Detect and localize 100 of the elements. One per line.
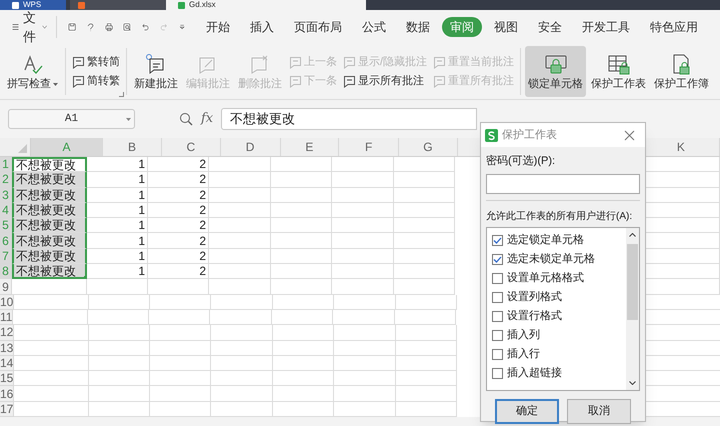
ribbon-button[interactable]: 拼写检查 (4, 46, 61, 97)
table-cell[interactable] (13, 310, 88, 326)
table-cell[interactable] (14, 402, 90, 418)
table-cell[interactable] (273, 371, 334, 386)
scrollbar[interactable] (626, 228, 639, 390)
table-cell[interactable]: 1 (87, 157, 148, 172)
table-cell[interactable] (14, 340, 90, 356)
table-cell[interactable] (89, 294, 150, 310)
app-tab[interactable]: WPS (0, 0, 66, 10)
app-tab[interactable]: Gd.xlsx (166, 0, 366, 10)
table-cell[interactable] (14, 371, 90, 386)
ribbon-small-button[interactable]: 繁转简 (72, 56, 120, 68)
table-cell[interactable]: 1 (87, 264, 148, 280)
table-cell[interactable] (271, 248, 332, 264)
ribbon-button[interactable]: 保护工作簿 (651, 46, 712, 97)
dialog-button[interactable]: 确定 (495, 398, 559, 424)
table-cell[interactable]: 1 (87, 233, 148, 249)
row-header[interactable]: 15 (0, 372, 14, 384)
checkbox[interactable] (492, 368, 503, 378)
table-cell[interactable]: 2 (148, 188, 209, 203)
row-header[interactable]: 16 (0, 388, 14, 400)
table-cell[interactable] (332, 157, 394, 172)
table-cell[interactable] (89, 386, 150, 402)
table-cell[interactable] (332, 218, 394, 234)
table-cell[interactable] (272, 310, 334, 326)
table-cell[interactable] (150, 371, 212, 386)
row-header[interactable]: 11 (0, 311, 12, 324)
file-menu[interactable]: 文件 (23, 8, 38, 46)
table-cell[interactable] (395, 310, 456, 326)
table-cell[interactable] (332, 188, 394, 203)
table-cell[interactable] (332, 264, 394, 280)
table-cell[interactable]: 2 (148, 264, 209, 280)
formula-field[interactable]: 不想被更改 (221, 108, 478, 130)
table-cell[interactable]: 2 (148, 202, 209, 218)
column-header[interactable]: K (676, 138, 685, 156)
table-cell[interactable] (396, 402, 458, 418)
table-cell[interactable] (396, 340, 458, 356)
table-cell[interactable] (271, 172, 332, 188)
ribbon-tab[interactable]: 数据 (398, 17, 438, 37)
table-cell[interactable] (273, 340, 334, 356)
table-cell[interactable] (209, 218, 271, 234)
ribbon-small-button[interactable]: 简转繁 (72, 74, 120, 88)
column-header[interactable]: C (186, 138, 196, 156)
table-cell[interactable] (394, 233, 455, 249)
table-cell[interactable] (394, 157, 455, 172)
table-cell[interactable] (273, 325, 334, 341)
row-header[interactable]: 13 (0, 342, 14, 354)
table-cell[interactable] (332, 172, 394, 188)
table-cell[interactable] (209, 202, 271, 218)
table-cell[interactable] (334, 386, 396, 402)
table-cell[interactable] (209, 157, 271, 172)
table-cell[interactable] (89, 402, 150, 418)
column-header[interactable]: G (423, 138, 433, 156)
column-header[interactable]: F (365, 138, 372, 156)
table-cell[interactable] (271, 279, 332, 295)
table-cell[interactable] (211, 402, 274, 418)
table-cell[interactable]: 2 (148, 218, 209, 234)
ribbon-small-button[interactable]: 显示所有批注 (343, 74, 428, 88)
ribbon-button[interactable]: 锁定单元格 (525, 46, 586, 97)
checkbox[interactable] (492, 310, 503, 322)
table-cell[interactable] (209, 188, 271, 203)
permission-list[interactable]: 选定锁定单元格 选定未锁定单元格 设置单元格格式 设置列格式 设置行格式 插入列 插入行 插入超链接 (486, 226, 640, 390)
table-cell[interactable] (394, 188, 455, 203)
table-cell[interactable] (332, 279, 394, 295)
table-cell[interactable] (334, 371, 396, 386)
table-cell[interactable]: 2 (148, 248, 209, 264)
ribbon-tab[interactable]: 特色应用 (642, 17, 706, 37)
checkbox[interactable] (492, 292, 503, 302)
table-cell[interactable] (273, 356, 334, 372)
table-cell[interactable] (334, 325, 396, 341)
table-cell[interactable] (394, 248, 455, 264)
table-cell[interactable]: 不想被更改 (12, 157, 87, 172)
table-cell[interactable] (394, 202, 455, 218)
table-cell[interactable]: 1 (87, 188, 148, 203)
password-field[interactable] (486, 174, 640, 194)
table-cell[interactable]: 不想被更改 (12, 264, 87, 280)
checkbox[interactable] (492, 254, 503, 264)
table-cell[interactable] (273, 386, 334, 402)
scrollbar-thumb[interactable] (627, 244, 638, 320)
table-cell[interactable]: 2 (148, 233, 209, 249)
table-cell[interactable] (150, 325, 212, 341)
table-cell[interactable] (394, 218, 455, 234)
table-cell[interactable] (149, 310, 210, 326)
table-cell[interactable]: 不想被更改 (12, 248, 87, 264)
table-cell[interactable] (396, 386, 458, 402)
column-header[interactable]: E (305, 138, 314, 156)
table-cell[interactable] (89, 325, 150, 341)
checkbox[interactable] (492, 272, 503, 284)
checkbox[interactable] (492, 330, 503, 340)
table-cell[interactable] (394, 172, 455, 188)
table-cell[interactable] (14, 325, 90, 341)
table-cell[interactable] (150, 402, 212, 418)
ribbon-button[interactable]: 保护工作表 (588, 46, 650, 97)
ribbon-button[interactable]: 新建批注 (131, 46, 181, 97)
table-cell[interactable]: 不想被更改 (12, 202, 87, 218)
table-cell[interactable] (150, 386, 212, 402)
table-cell[interactable]: 不想被更改 (12, 172, 87, 188)
table-cell[interactable] (88, 310, 150, 326)
ribbon-tab[interactable]: 公式 (354, 17, 394, 37)
table-cell[interactable] (211, 294, 274, 310)
